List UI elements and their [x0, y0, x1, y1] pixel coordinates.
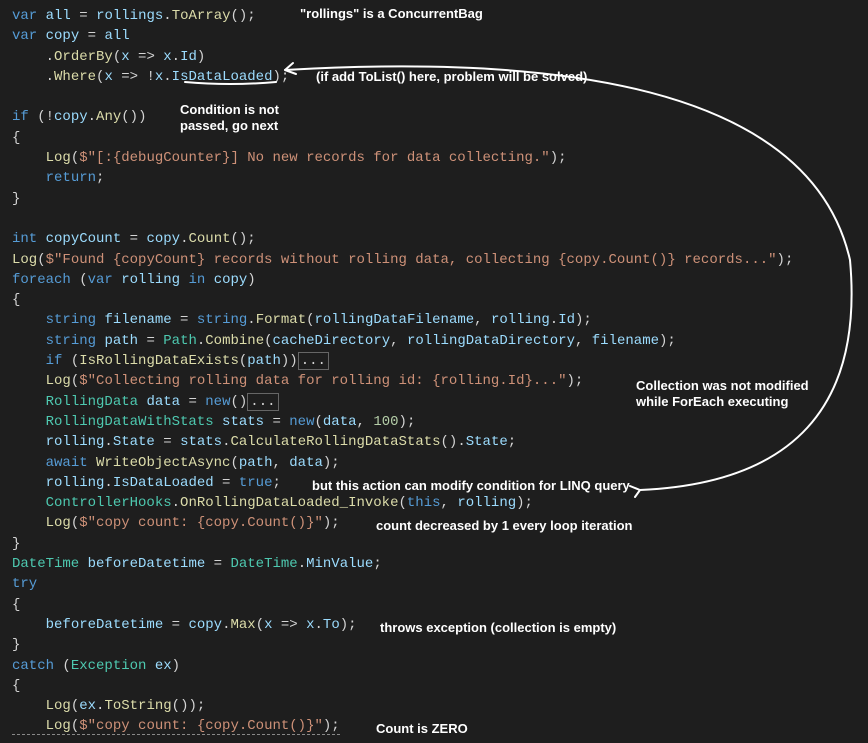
collapsed-block-icon[interactable]: ...	[247, 393, 278, 411]
annotation-count-decreased: count decreased by 1 every loop iteratio…	[376, 518, 632, 534]
code-line: {	[12, 595, 868, 615]
annotation-modify-condition: but this action can modify condition for…	[312, 478, 630, 494]
code-line: RollingDataWithStats stats = new(data, 1…	[12, 412, 868, 432]
code-line: }	[12, 635, 868, 655]
code-line: if (IsRollingDataExists(path))...	[12, 351, 868, 371]
code-line: }	[12, 534, 868, 554]
annotation-not-modified: Collection was not modified while ForEac…	[636, 378, 809, 409]
code-line: .OrderBy(x => x.Id)	[12, 47, 868, 67]
code-line: string path = Path.Combine(cacheDirector…	[12, 331, 868, 351]
code-line: Log($"Found {copyCount} records without …	[12, 250, 868, 270]
code-line: var copy = all	[12, 26, 868, 46]
code-line: Log($"[:{debugCounter}] No new records f…	[12, 148, 868, 168]
code-line: await WriteObjectAsync(path, data);	[12, 453, 868, 473]
code-line	[12, 87, 868, 107]
annotation-throws: throws exception (collection is empty)	[380, 620, 616, 636]
code-line: {	[12, 128, 868, 148]
code-line: if (!copy.Any())	[12, 107, 868, 127]
code-line: rolling.State = stats.CalculateRollingDa…	[12, 432, 868, 452]
code-line: }	[12, 189, 868, 209]
annotation-count-zero: Count is ZERO	[376, 721, 468, 737]
code-line: ControllerHooks.OnRollingDataLoaded_Invo…	[12, 493, 868, 513]
code-line: return;	[12, 168, 868, 188]
code-line: string filename = string.Format(rollingD…	[12, 310, 868, 330]
annotation-concurrentbag: "rollings" is a ConcurrentBag	[300, 6, 483, 22]
code-line: int copyCount = copy.Count();	[12, 229, 868, 249]
code-line: DateTime beforeDatetime = DateTime.MinVa…	[12, 554, 868, 574]
code-line: Log(ex.ToString());	[12, 696, 868, 716]
code-line: catch (Exception ex)	[12, 656, 868, 676]
code-line	[12, 209, 868, 229]
code-line: {	[12, 290, 868, 310]
code-line: foreach (var rolling in copy)	[12, 270, 868, 290]
code-line: {	[12, 676, 868, 696]
annotation-tolist: (if add ToList() here, problem will be s…	[316, 69, 587, 85]
collapsed-block-icon[interactable]: ...	[298, 352, 329, 370]
annotation-condition: Condition is not passed, go next	[180, 102, 279, 133]
code-line: try	[12, 574, 868, 594]
